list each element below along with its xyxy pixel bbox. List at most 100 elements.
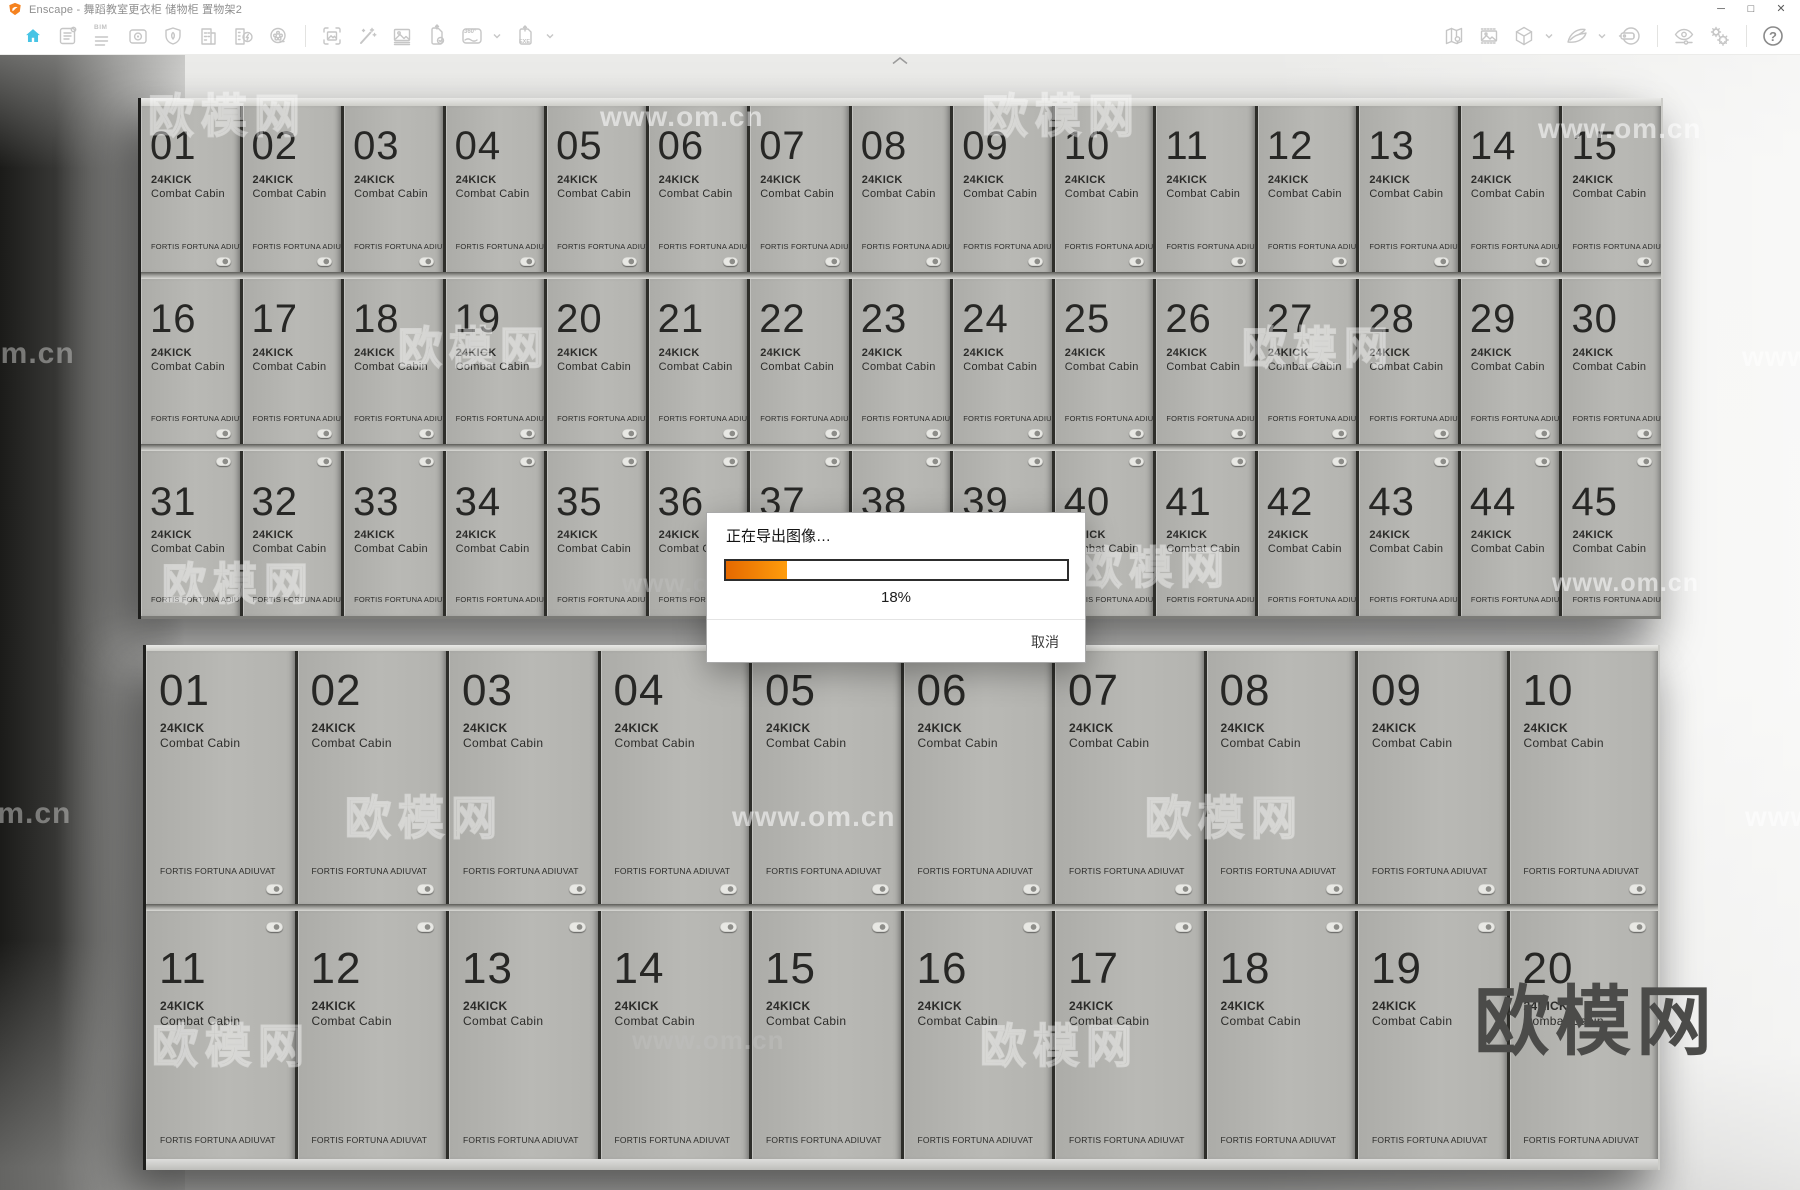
locker-brand: 24KICK [160,999,205,1013]
locker-door-top-cabinet-02: 02 24KICK Combat Cabin FORTIS FORTUNA ADIUV… [242,106,342,272]
locker-model: Combat Cabin [151,543,225,555]
lock-icon [621,429,637,438]
locker-brand: 24KICK [354,347,395,359]
locker-number: 35 [556,480,603,524]
help-icon[interactable]: ? [1760,23,1786,49]
locker-motto: FORTIS FORTUNA ADIUVAT [1572,595,1661,604]
file-upload-check-icon[interactable] [424,23,450,49]
lock-icon [824,257,840,266]
locker-number: 18 [353,297,400,341]
locker-number: 22 [759,297,806,341]
locker-brand: 24KICK [252,529,294,541]
window-title: Enscape - 舞蹈教室更衣柜 储物柜 置物架2 [29,4,243,16]
locker-brand: 24KICK [1069,721,1114,735]
locker-motto: FORTIS FORTUNA ADIUVAT [1069,1135,1185,1145]
minimize-button[interactable]: ─ [1706,0,1736,18]
locker-row: 11 24KICK Combat Cabin FORTIS FORTUNA ADIUV… [146,911,1658,1159]
locker-motto: FORTIS FORTUNA ADIUVAT [1372,1135,1488,1145]
model-cube-icon[interactable] [1511,23,1537,49]
render-preview-icon[interactable] [125,23,151,49]
locker-model: Combat Cabin [917,736,998,750]
lock-icon [520,257,536,266]
vr-headset-icon[interactable] [1617,23,1643,49]
lock-icon [418,257,434,266]
home-icon[interactable] [20,23,46,49]
progress-bar [724,559,1069,581]
render-viewport[interactable]: 01 24KICK Combat Cabin FORTIS FORTUNA ADIUV… [0,55,1800,1190]
locker-number: 20 [556,297,603,341]
locker-brand: 24KICK [455,174,497,186]
locker-brand: 24KICK [1220,999,1265,1013]
locker-motto: FORTIS FORTUNA ADIUVAT [463,866,579,876]
locker-door-bottom-cabinet-18: 18 24KICK Combat Cabin FORTIS FORTUNA ADIUV… [1206,911,1355,1159]
locker-model: Combat Cabin [160,1014,241,1028]
exe-standalone-icon[interactable]: EXE [512,23,538,49]
locker-door-top-cabinet-29: 29 24KICK Combat Cabin FORTIS FORTUNA ADIUV… [1460,279,1560,444]
image-export-icon[interactable] [389,23,415,49]
cube-dropdown-chevron-icon[interactable] [1542,23,1556,49]
building-energy-icon[interactable] [230,23,256,49]
locker-model: Combat Cabin [354,543,428,555]
locker-brand: 24KICK [658,347,700,359]
locker-brand: 24KICK [1267,347,1309,359]
feather-wing-icon[interactable] [1564,23,1590,49]
locker-motto: FORTIS FORTUNA ADIUVAT [861,414,951,423]
panorama-360-icon[interactable]: 360° [459,23,485,49]
locker-brand: 24KICK [1523,721,1568,735]
toolbar-collapse-handle[interactable] [888,55,912,67]
shield-quality-icon[interactable] [160,23,186,49]
general-settings-icon[interactable] [1706,23,1732,49]
locker-brand: 24KICK [1166,529,1208,541]
locker-door-top-cabinet-08: 08 24KICK Combat Cabin FORTIS FORTUNA ADIUV… [851,106,951,272]
exe-dropdown-chevron-icon[interactable] [543,23,557,49]
magic-enhance-icon[interactable] [354,23,380,49]
building-model-icon[interactable] [195,23,221,49]
locker-brand: 24KICK [1470,174,1512,186]
bim-manager-icon[interactable]: BIM [90,23,116,49]
locker-door-top-cabinet-01: 01 24KICK Combat Cabin FORTIS FORTUNA ADIUV… [141,106,240,272]
locker-model: Combat Cabin [463,736,544,750]
visual-settings-icon[interactable] [1671,23,1697,49]
locker-door-top-cabinet-28: 28 24KICK Combat Cabin FORTIS FORTUNA ADIUV… [1359,279,1458,444]
lock-icon [1535,257,1551,266]
locker-number: 27 [1266,297,1314,341]
locker-motto: FORTIS FORTUNA ADIUVAT [1166,242,1255,251]
locker-motto: FORTIS FORTUNA ADIUVAT [1572,414,1661,423]
locker-door-top-cabinet-44: 44 24KICK Combat Cabin FORTIS FORTUNA ADIUV… [1460,451,1560,616]
locker-number: 23 [860,297,908,341]
lock-icon [926,257,942,266]
locker-cabinet-bottom: 01 24KICK Combat Cabin FORTIS FORTUNA ADIUV… [143,645,1660,1170]
locker-brand: 24KICK [252,174,294,186]
cancel-button[interactable]: 取消 [1025,629,1065,655]
locker-door-top-cabinet-16: 16 24KICK Combat Cabin FORTIS FORTUNA ADIUV… [141,279,240,444]
locker-brand: 24KICK [455,347,497,359]
lock-icon [1027,457,1043,466]
locker-number: 03 [462,666,513,715]
wing-dropdown-chevron-icon[interactable] [1595,23,1609,49]
lock-icon [1230,429,1246,438]
panorama-dropdown-chevron-icon[interactable] [490,23,504,49]
locker-door-top-cabinet-23: 23 24KICK Combat Cabin FORTIS FORTUNA ADIUV… [851,279,951,444]
locker-brand: 24KICK [760,347,802,359]
lock-icon [215,429,231,438]
locker-door-top-cabinet-30: 30 24KICK Combat Cabin FORTIS FORTUNA ADIUV… [1562,279,1661,444]
locker-model: Combat Cabin [1369,543,1444,555]
locker-brand: 24KICK [151,529,192,541]
lock-icon [317,457,333,466]
material-texture-icon[interactable] [1476,23,1502,49]
video-render-icon[interactable] [265,23,291,49]
maximize-button[interactable]: □ [1736,0,1766,18]
locker-door-bottom-cabinet-06: 06 24KICK Combat Cabin FORTIS FORTUNA ADIUV… [903,651,1052,904]
screenshot-capture-icon[interactable] [319,23,345,49]
lock-icon [926,429,942,438]
locker-number: 31 [150,480,197,524]
project-document-icon[interactable] [55,23,81,49]
locker-door-top-cabinet-09: 09 24KICK Combat Cabin FORTIS FORTUNA ADIUV… [953,106,1052,272]
locker-motto: FORTIS FORTUNA ADIUVAT [1372,866,1488,876]
locker-door-top-cabinet-35: 35 24KICK Combat Cabin FORTIS FORTUNA ADIUV… [547,451,646,616]
locker-brand: 24KICK [1166,347,1208,359]
locker-brand: 24KICK [1069,999,1114,1013]
map-location-icon[interactable] [1441,23,1467,49]
locker-brand: 24KICK [760,174,802,186]
close-button[interactable]: ✕ [1766,0,1796,18]
